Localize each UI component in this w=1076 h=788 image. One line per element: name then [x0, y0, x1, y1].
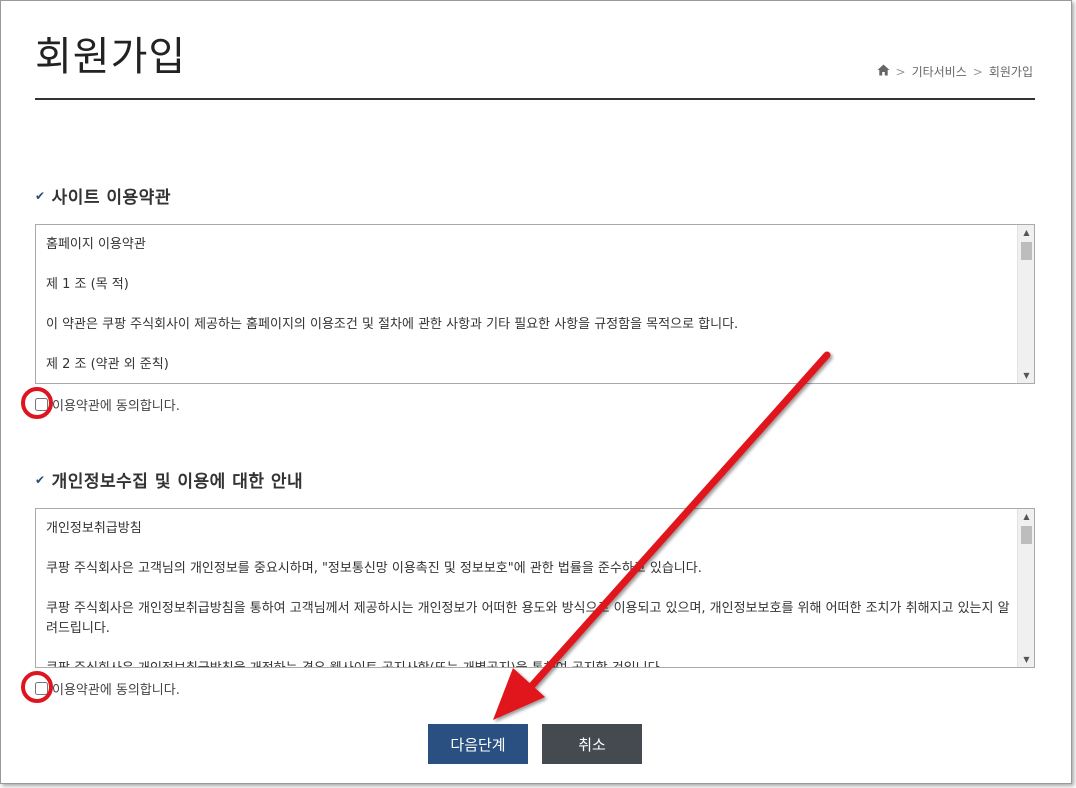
terms-paragraph: 이 약관은 쿠팡 주식회사이 제공하는 홈페이지의 이용조건 및 절차에 관한 …: [46, 317, 739, 332]
section-heading-terms: ✔ 사이트 이용약관: [35, 183, 171, 208]
terms-scrollbar[interactable]: ▲ ▼: [1017, 225, 1034, 383]
chevron-right-icon: >: [972, 64, 983, 79]
scroll-down-arrow-icon[interactable]: ▼: [1018, 652, 1034, 667]
scroll-down-arrow-icon[interactable]: ▼: [1018, 368, 1034, 383]
terms-paragraph: 홈페이지 이용약관: [46, 237, 146, 252]
terms-agree-label: 이용약관에 동의합니다.: [52, 399, 180, 414]
privacy-agree-row[interactable]: 이용약관에 동의합니다.: [35, 679, 180, 698]
check-icon: ✔: [35, 472, 46, 487]
window-frame: 회원가입 > 기타서비스 > 회원가입 ✔ 사이트 이용약관 홈페이지 이용약관…: [0, 0, 1072, 784]
home-icon[interactable]: [877, 64, 890, 79]
breadcrumb-item-services[interactable]: 기타서비스: [912, 63, 967, 80]
annotation-circle: [21, 671, 53, 703]
section-heading-label: 개인정보수집 및 이용에 대한 안내: [51, 472, 304, 492]
scroll-up-arrow-icon[interactable]: ▲: [1018, 225, 1034, 240]
scroll-thumb[interactable]: [1021, 242, 1032, 260]
scroll-thumb[interactable]: [1021, 526, 1032, 544]
annotation-circle: [21, 387, 53, 419]
terms-text: 홈페이지 이용약관 제 1 조 (목 적) 이 약관은 쿠팡 주식회사이 제공하…: [46, 235, 1012, 383]
chevron-right-icon: >: [895, 64, 906, 79]
scroll-up-arrow-icon[interactable]: ▲: [1018, 509, 1034, 524]
cancel-button[interactable]: 취소: [542, 724, 642, 764]
title-divider: [35, 98, 1035, 100]
next-step-button[interactable]: 다음단계: [428, 724, 528, 764]
terms-textarea[interactable]: 홈페이지 이용약관 제 1 조 (목 적) 이 약관은 쿠팡 주식회사이 제공하…: [35, 224, 1035, 384]
section-heading-label: 사이트 이용약관: [51, 188, 171, 208]
page-title: 회원가입: [35, 34, 187, 80]
privacy-agree-label: 이용약관에 동의합니다.: [52, 683, 180, 698]
check-icon: ✔: [35, 188, 46, 203]
privacy-paragraph: 쿠팡 주식회사은 개인정보취급방침을 통하여 고객님께서 제공하시는 개인정보가…: [46, 601, 1010, 636]
terms-paragraph: 제 2 조 (약관 외 준칙): [46, 357, 169, 372]
breadcrumb: > 기타서비스 > 회원가입: [877, 63, 1033, 80]
privacy-paragraph: 쿠팡 주식회사은 개인정보취급방침을 개정하는 경우 웹사이트 공지사항(또는 …: [46, 659, 1012, 667]
section-heading-privacy: ✔ 개인정보수집 및 이용에 대한 안내: [35, 467, 303, 492]
privacy-paragraph: 개인정보취급방침: [46, 521, 142, 536]
terms-paragraph: 제 1 조 (목 적): [46, 277, 129, 292]
privacy-textarea[interactable]: 개인정보취급방침 쿠팡 주식회사은 고객님의 개인정보를 중요시하며, "정보통…: [35, 508, 1035, 668]
breadcrumb-item-signup[interactable]: 회원가입: [989, 63, 1033, 80]
privacy-paragraph: 쿠팡 주식회사은 고객님의 개인정보를 중요시하며, "정보통신망 이용촉진 및…: [46, 561, 702, 576]
privacy-scrollbar[interactable]: ▲ ▼: [1017, 509, 1034, 667]
privacy-text: 개인정보취급방침 쿠팡 주식회사은 고객님의 개인정보를 중요시하며, "정보통…: [46, 519, 1012, 667]
terms-agree-row[interactable]: 이용약관에 동의합니다.: [35, 395, 180, 414]
